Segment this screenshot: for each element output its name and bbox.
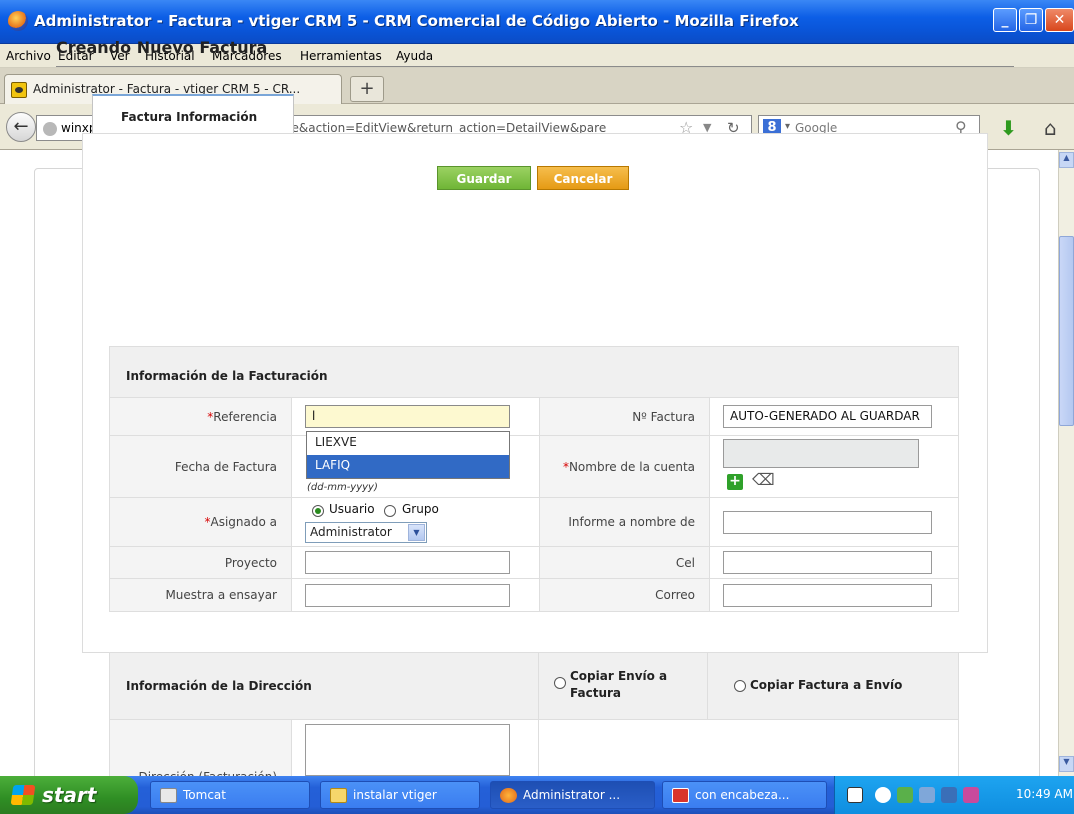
- download-icon[interactable]: ⬇: [1000, 116, 1017, 140]
- firefox-window: Administrator - Factura - vtiger CRM 5 -…: [0, 0, 1074, 814]
- asignado-select[interactable]: Administrator ▼: [305, 522, 427, 543]
- add-account-icon[interactable]: +: [727, 474, 743, 490]
- billing-section-header: Información de la Facturación: [109, 346, 959, 398]
- chevron-down-icon[interactable]: ▼: [408, 524, 425, 541]
- window-title: Administrator - Factura - vtiger CRM 5 -…: [34, 12, 799, 30]
- vm-icon[interactable]: [919, 787, 935, 803]
- proyecto-input[interactable]: [305, 551, 510, 574]
- cuenta-input[interactable]: [723, 439, 919, 468]
- tomcat-icon: [160, 788, 177, 803]
- referencia-label: * Referencia: [110, 398, 292, 435]
- new-tab-button[interactable]: +: [350, 76, 384, 102]
- cancel-button[interactable]: Cancelar: [537, 166, 629, 190]
- informe-input[interactable]: [723, 511, 932, 534]
- asignado-select-value: Administrator: [310, 525, 392, 539]
- cuenta-label: * Nombre de la cuenta: [539, 436, 710, 497]
- menu-herramientas[interactable]: Herramientas: [300, 49, 382, 63]
- grupo-radio-label: Grupo: [402, 502, 439, 516]
- no-factura-label: Nº Factura: [539, 398, 710, 435]
- grupo-radio[interactable]: [384, 505, 396, 517]
- autocomplete-dropdown: LIEXVE LAFIQ: [306, 431, 510, 479]
- maximize-button[interactable]: ❐: [1019, 8, 1043, 32]
- correo-label: Correo: [539, 579, 710, 611]
- copy-bill-to-ship-label: Copiar Factura a Envío: [750, 678, 903, 692]
- proyecto-label: Proyecto: [110, 547, 292, 578]
- asignado-label-text: Asignado a: [210, 515, 278, 529]
- tab-factura-informacion[interactable]: Factura Información: [92, 94, 294, 134]
- informe-label: Informe a nombre de: [539, 498, 710, 546]
- muestra-label: Muestra a ensayar: [110, 579, 292, 611]
- title-divider: [56, 66, 1014, 67]
- menu-archivo[interactable]: Archivo: [6, 49, 51, 63]
- header-divider: [707, 653, 708, 719]
- autocomplete-option[interactable]: LIEXVE: [307, 432, 509, 455]
- firefox-icon: [500, 788, 517, 803]
- taskbar-item-label: Tomcat: [183, 788, 226, 802]
- address-section-header: Información de la Dirección Copiar Envío…: [109, 652, 959, 720]
- date-format-hint: (dd-mm-yyyy): [307, 482, 378, 493]
- no-factura-input[interactable]: AUTO-GENERADO AL GUARDAR: [723, 405, 932, 428]
- direccion-label: Dirección (Facturación): [110, 720, 292, 784]
- taskbar-item-tomcat[interactable]: Tomcat: [150, 781, 310, 809]
- vertical-scrollbar[interactable]: ▲ ▼: [1058, 150, 1074, 776]
- muestra-input[interactable]: [305, 584, 510, 607]
- cuenta-label-text: Nombre de la cuenta: [568, 459, 695, 474]
- display-icon[interactable]: [941, 787, 957, 803]
- minimize-button[interactable]: _: [993, 8, 1017, 32]
- row-divider: [538, 720, 539, 776]
- address-section-title: Información de la Dirección: [126, 679, 312, 693]
- taskbar-item-firefox[interactable]: Administrator ...: [490, 781, 655, 809]
- autocomplete-option-selected[interactable]: LAFIQ: [307, 455, 509, 478]
- page-title: Creando Nuevo Factura: [56, 38, 268, 57]
- taskbar-item-label: instalar vtiger: [353, 788, 437, 802]
- scroll-down-icon[interactable]: ▼: [1059, 756, 1074, 772]
- correo-input[interactable]: [723, 584, 932, 607]
- taskbar-item-label: Administrator ...: [523, 788, 621, 802]
- taskbar-item-instalar-vtiger[interactable]: instalar vtiger: [320, 781, 480, 809]
- copy-ship-to-bill-label: Copiar Envío a Factura: [570, 669, 668, 700]
- firefox-icon: [8, 11, 28, 31]
- search-engine-dropdown-icon[interactable]: ▾: [785, 121, 790, 132]
- usuario-radio-label: Usuario: [329, 502, 375, 516]
- start-button[interactable]: start: [0, 776, 138, 814]
- scroll-up-icon[interactable]: ▲: [1059, 152, 1074, 168]
- vtiger-favicon-icon: [11, 82, 27, 98]
- globe-icon: [43, 122, 57, 136]
- folder-icon: [330, 788, 347, 803]
- start-label: start: [42, 783, 97, 807]
- clock: 10:49 AM: [1016, 787, 1073, 801]
- clear-eraser-icon[interactable]: ⌫: [752, 470, 775, 489]
- app-tray-icon[interactable]: [963, 787, 979, 803]
- taskbar: start Tomcat instalar vtiger Administrat…: [0, 776, 1074, 814]
- menu-ayuda[interactable]: Ayuda: [396, 49, 433, 63]
- scroll-thumb[interactable]: [1059, 236, 1074, 426]
- close-button[interactable]: ✕: [1045, 8, 1074, 32]
- asignado-label: * Asignado a: [110, 498, 292, 546]
- direccion-textarea[interactable]: [305, 724, 510, 776]
- header-divider: [538, 653, 539, 719]
- fecha-label: Fecha de Factura: [110, 436, 292, 497]
- usuario-radio[interactable]: [312, 505, 324, 517]
- form-row-direccion: Dirección (Facturación): [109, 720, 959, 784]
- home-icon[interactable]: ⌂: [1044, 116, 1057, 140]
- referencia-label-text: Referencia: [213, 409, 277, 424]
- save-button[interactable]: Guardar: [437, 166, 531, 190]
- tray-expand-icon[interactable]: [875, 787, 891, 803]
- back-button[interactable]: ←: [6, 112, 36, 142]
- cel-label: Cel: [539, 547, 710, 578]
- copy-bill-to-ship-radio[interactable]: [734, 680, 746, 692]
- cel-input[interactable]: [723, 551, 932, 574]
- referencia-input[interactable]: l: [305, 405, 510, 428]
- help-icon[interactable]: [847, 787, 863, 803]
- taskbar-item-label: con encabeza...: [695, 788, 790, 802]
- system-tray: 10:49 AM: [834, 776, 1074, 814]
- windows-logo-icon: [10, 785, 36, 805]
- taskbar-item-pdf[interactable]: con encabeza...: [662, 781, 827, 809]
- network-icon[interactable]: [897, 787, 913, 803]
- pdf-icon: [672, 788, 689, 803]
